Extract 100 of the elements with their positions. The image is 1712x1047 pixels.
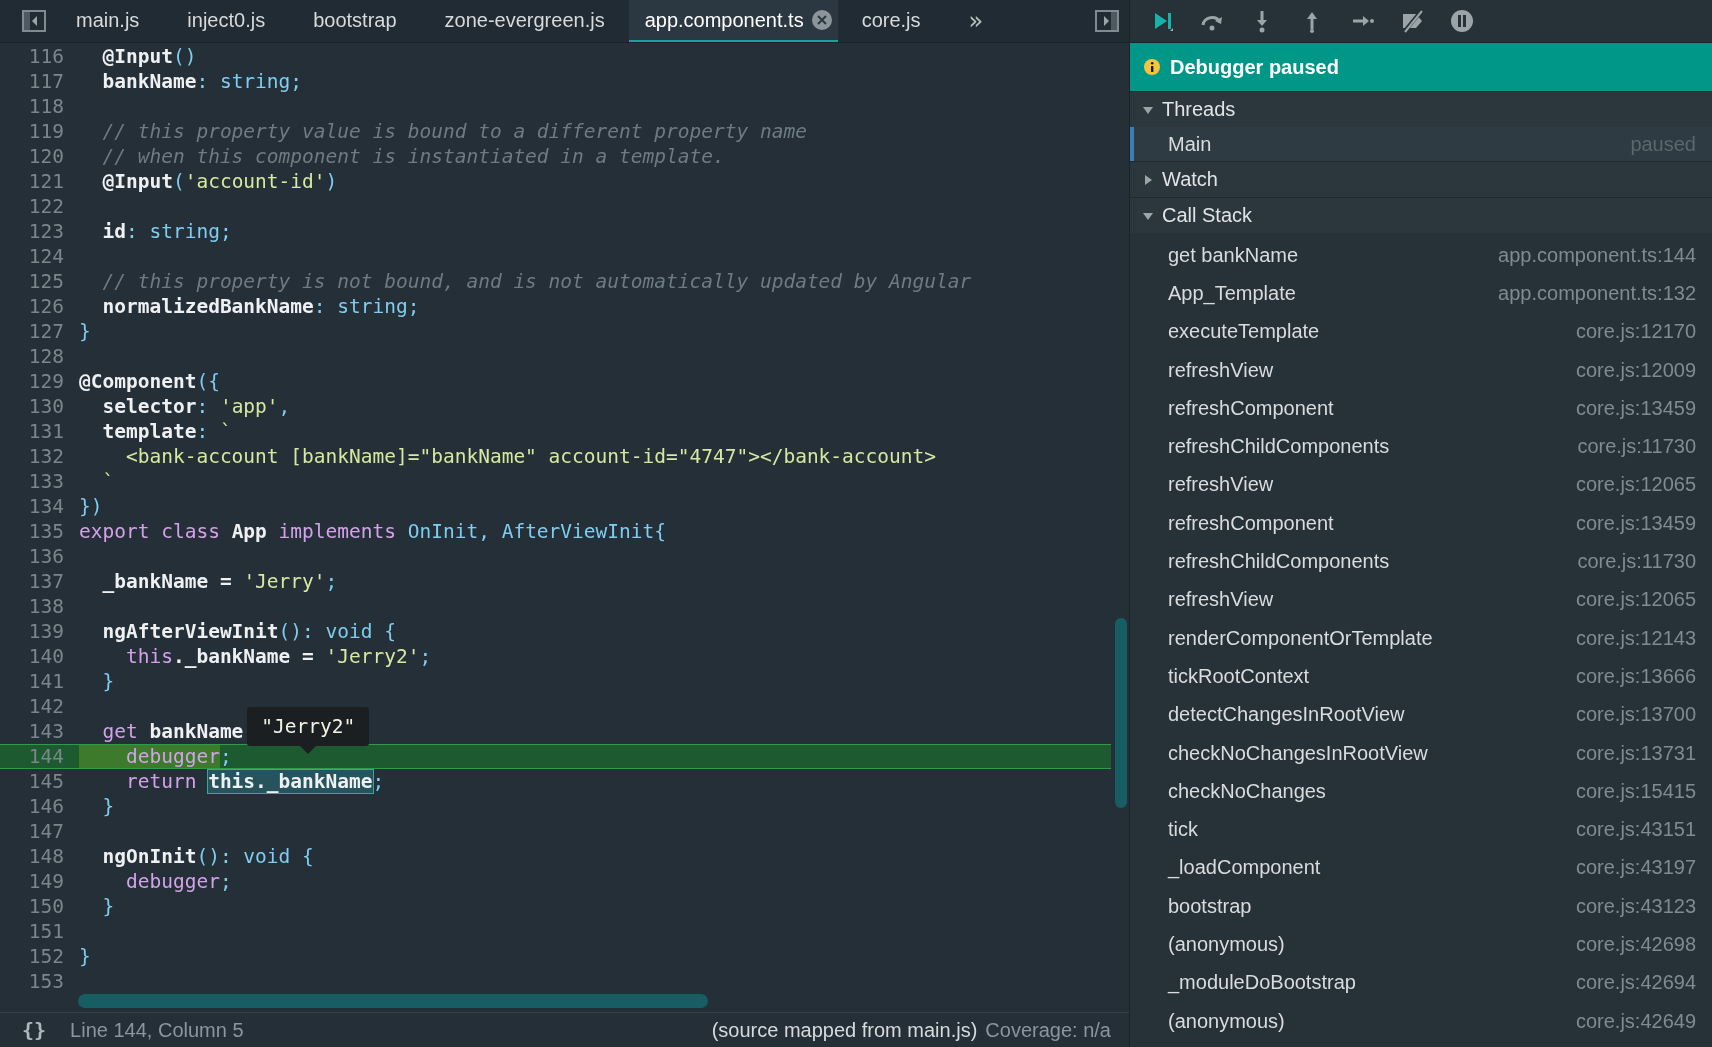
line-number: 142 (27, 695, 65, 718)
line-number: 153 (27, 970, 65, 993)
line-number: 133 (27, 470, 65, 493)
call-frame[interactable]: refreshChildComponents core.js:11730 (1130, 427, 1712, 466)
code-line: export class App implements OnInit, AfterViewInit{ (78, 520, 666, 543)
pretty-print-button[interactable]: {} (18, 1018, 51, 1042)
line-number: 144 (27, 745, 65, 768)
code-line: this._bankName = 'Jerry2'; (124, 645, 432, 668)
code-line: } (78, 945, 91, 968)
line-number: 152 (27, 945, 65, 968)
code-line: template: ` (101, 420, 232, 443)
section-header[interactable]: Threads (1130, 91, 1712, 127)
call-frame[interactable]: (anonymous) core.js:42649 (1130, 1001, 1712, 1041)
line-number: 151 (27, 920, 65, 943)
line-number: 119 (27, 120, 65, 143)
code-line: selector: 'app', (101, 395, 291, 418)
more-tabs-button[interactable]: » (950, 0, 1002, 42)
sidebar-toggle-icon (22, 10, 46, 32)
call-frame[interactable]: (anonymous) core.js:42698 (1130, 925, 1712, 964)
code-line: get bankName (101, 720, 244, 743)
call-frame[interactable]: refreshChildComponents core.js:11730 (1130, 542, 1712, 581)
line-number: 135 (27, 520, 65, 543)
call-frame[interactable]: refreshView core.js:12009 (1130, 350, 1712, 390)
code-line: normalizedBankName: string; (101, 295, 420, 318)
call-frame[interactable]: refreshView core.js:12065 (1130, 580, 1712, 619)
line-number: 131 (27, 420, 65, 443)
line-number: 121 (27, 170, 65, 193)
code-line: debugger; (124, 870, 232, 893)
line-number: 127 (27, 320, 65, 343)
code-line: bankName: string; (101, 70, 303, 93)
line-number: 124 (27, 245, 65, 268)
vertical-scrollbar[interactable] (1115, 618, 1127, 808)
line-number: 132 (27, 445, 65, 468)
code-line: } (78, 320, 91, 343)
code-line: ngOnInit(): void { (101, 845, 314, 868)
value-tooltip: "Jerry2" (247, 707, 370, 754)
code-line: ngAfterViewInit(): void { (101, 620, 396, 643)
call-frame[interactable]: tick core.js:43151 (1130, 810, 1712, 849)
line-number: 145 (27, 770, 65, 793)
line-number: 150 (27, 895, 65, 918)
call-frame[interactable]: executeTemplate core.js:12170 (1130, 312, 1712, 351)
call-frame[interactable]: renderComponentOrTemplate core.js:12143 (1130, 618, 1712, 658)
section-header[interactable]: Watch (1130, 161, 1712, 197)
call-frame[interactable]: detectChangesInRootView core.js:13700 (1130, 695, 1712, 734)
line-number: 134 (27, 495, 65, 518)
line-number: 120 (27, 145, 65, 168)
call-frame[interactable]: _loadComponent core.js:43197 (1130, 848, 1712, 888)
line-number: 122 (27, 195, 65, 218)
line-number: 137 (27, 570, 65, 593)
line-number: 140 (27, 645, 65, 668)
line-number: 138 (27, 595, 65, 618)
line-number: 126 (27, 295, 65, 318)
code-line: <bank-account [bankName]="bankName" account-id="4747"></bank-account> (124, 445, 937, 468)
line-number: 117 (27, 70, 65, 93)
file-tab[interactable]: bootstrap (289, 0, 421, 42)
source-map-link[interactable]: (source mapped from main.js) (711, 1018, 978, 1042)
code-line: } (101, 795, 115, 818)
pause-icon (1450, 9, 1476, 33)
call-frame[interactable]: get bankName app.component.ts:144 (1130, 236, 1712, 275)
line-number: 146 (27, 795, 65, 818)
code-line: // this property is not bound, and is not automatically updated by Angular (101, 270, 972, 293)
line-number: 141 (27, 670, 65, 693)
code-line: @Input() (101, 45, 197, 68)
file-tab[interactable]: app.component.ts (628, 0, 838, 42)
line-number: 149 (27, 870, 65, 893)
code-line: } (101, 895, 115, 918)
code-line: // this property value is bound to a different property name (101, 120, 807, 143)
line-number: 116 (27, 45, 65, 68)
collapsed-triangle-icon (1142, 173, 1154, 186)
paused-banner: Debugger paused (1130, 43, 1712, 91)
call-frame[interactable]: checkNoChangesInRootView core.js:13731 (1130, 733, 1712, 773)
line-number: 125 (27, 270, 65, 293)
line-number: 148 (27, 845, 65, 868)
call-frame[interactable]: refreshComponent core.js:13459 (1130, 504, 1712, 543)
code-line: @Component({ (78, 370, 220, 393)
call-frame[interactable]: refreshComponent core.js:13459 (1130, 389, 1712, 428)
file-tab[interactable]: zone-evergreen.js (420, 0, 629, 42)
call-frame[interactable]: checkNoChanges core.js:15415 (1130, 772, 1712, 811)
file-tab[interactable]: core.js (837, 0, 945, 42)
cursor-position: Line 144, Column 5 (70, 1018, 244, 1042)
code-line: }) (78, 495, 103, 518)
coverage-text: Coverage: n/a (985, 1018, 1111, 1042)
code-line: id: string; (101, 220, 232, 243)
file-tab[interactable]: main.js (52, 0, 164, 42)
call-frame[interactable]: bootstrap core.js:43123 (1130, 887, 1712, 926)
close-icon[interactable] (811, 10, 832, 30)
sidebar-toggle-icon (1095, 10, 1119, 32)
call-frame[interactable]: _moduleDoBootstrap core.js:42694 (1130, 963, 1712, 1002)
call-frame[interactable]: refreshView core.js:12065 (1130, 465, 1712, 505)
horizontal-scrollbar[interactable] (78, 994, 708, 1008)
slashed-breakpoint-icon (1400, 9, 1426, 33)
line-number: 129 (27, 370, 65, 393)
call-frame[interactable]: tickRootContext core.js:13666 (1130, 657, 1712, 696)
file-tab[interactable]: inject0.js (163, 0, 290, 42)
line-number: 139 (27, 620, 65, 643)
line-number: 123 (27, 220, 65, 243)
line-number: 143 (27, 720, 65, 743)
section-header[interactable]: Call Stack (1130, 197, 1712, 233)
call-frame[interactable]: App_Template app.component.ts:132 (1130, 274, 1712, 313)
line-number: 118 (27, 95, 65, 118)
